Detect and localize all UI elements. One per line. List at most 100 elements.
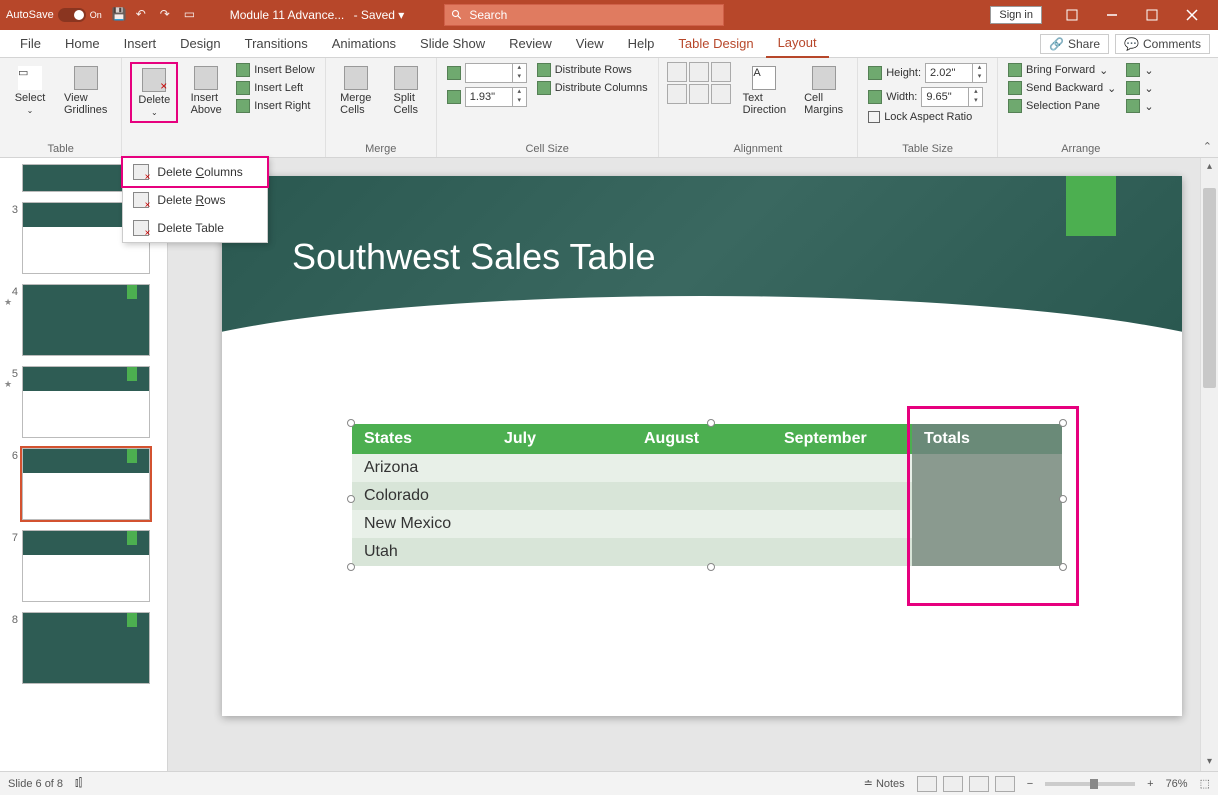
table-width-input[interactable]: Width:9.65"▴▾ — [866, 86, 989, 108]
tab-file[interactable]: File — [8, 30, 53, 57]
tab-home[interactable]: Home — [53, 30, 112, 57]
slide-thumbnails-panel[interactable]: 3 4★ 5★ 6 7 8 — [0, 158, 168, 771]
tab-view[interactable]: View — [564, 30, 616, 57]
slide-thumb-8[interactable] — [22, 612, 150, 684]
delete-button[interactable]: ×Delete⌄ — [130, 62, 178, 123]
th-july[interactable]: July — [492, 424, 632, 454]
slide-canvas[interactable]: Southwest Sales Table States July August… — [222, 176, 1182, 716]
cell-colorado[interactable]: Colorado — [352, 482, 492, 510]
minimize-button[interactable] — [1092, 0, 1132, 30]
align-button[interactable]: ⌄ — [1124, 62, 1155, 78]
zoom-in-icon[interactable]: + — [1147, 778, 1153, 790]
th-august[interactable]: August — [632, 424, 772, 454]
delete-table-item[interactable]: Delete Table — [123, 214, 267, 242]
tab-slideshow[interactable]: Slide Show — [408, 30, 497, 57]
cell-margins-button[interactable]: Cell Margins — [798, 62, 849, 120]
align-center-icon[interactable] — [689, 62, 709, 82]
col-width-input[interactable]: 1.93"▴▾ — [445, 86, 529, 108]
lock-aspect-checkbox[interactable]: Lock Aspect Ratio — [866, 110, 989, 124]
search-box[interactable]: Search — [444, 4, 724, 26]
vertical-scrollbar[interactable]: ▴ ▾ — [1200, 158, 1218, 771]
group-button[interactable]: ⌄ — [1124, 80, 1155, 96]
share-button[interactable]: 🔗 Share — [1040, 34, 1109, 54]
bring-forward-button[interactable]: Bring Forward ⌄ — [1006, 62, 1118, 78]
comments-button[interactable]: 💬 Comments — [1115, 34, 1210, 54]
redo-icon[interactable]: ↷ — [160, 7, 176, 23]
zoom-out-icon[interactable]: − — [1027, 778, 1033, 790]
autosave-toggle[interactable]: AutoSave On — [6, 8, 102, 22]
tab-review[interactable]: Review — [497, 30, 564, 57]
group-arrange: Bring Forward ⌄ Send Backward ⌄ Selectio… — [998, 58, 1163, 157]
delete-columns-item[interactable]: Delete Columns — [121, 156, 269, 188]
group-alignment-label: Alignment — [667, 143, 850, 155]
cell-arizona[interactable]: Arizona — [352, 454, 492, 482]
cell-utah[interactable]: Utah — [352, 538, 492, 566]
search-icon — [451, 9, 463, 21]
zoom-slider[interactable] — [1045, 782, 1135, 786]
insert-left-button[interactable]: Insert Left — [234, 80, 317, 96]
row-height-input[interactable]: ▴▾ — [445, 62, 529, 84]
accessibility-icon[interactable]: ⫾⫿ — [75, 777, 82, 790]
normal-view-icon[interactable] — [917, 776, 937, 792]
slide-thumb-6[interactable] — [22, 448, 150, 520]
group-rows-columns: ×Delete⌄ Insert Above Insert Below Inser… — [122, 58, 325, 157]
scroll-thumb[interactable] — [1203, 188, 1216, 388]
align-left-icon[interactable] — [667, 62, 687, 82]
insert-right-button[interactable]: Insert Right — [234, 98, 317, 114]
slide-sorter-icon[interactable] — [943, 776, 963, 792]
insert-below-button[interactable]: Insert Below — [234, 62, 317, 78]
tab-layout[interactable]: Layout — [766, 29, 829, 58]
distribute-rows-button[interactable]: Distribute Rows — [535, 62, 650, 78]
view-gridlines-button[interactable]: View Gridlines — [58, 62, 113, 120]
maximize-button[interactable] — [1132, 0, 1172, 30]
split-cells-button[interactable]: Split Cells — [384, 62, 428, 120]
slide-canvas-area[interactable]: Southwest Sales Table States July August… — [186, 158, 1218, 771]
slide-thumb-7[interactable] — [22, 530, 150, 602]
slideshow-view-icon[interactable] — [995, 776, 1015, 792]
ribbon-display-options[interactable] — [1052, 0, 1092, 30]
slide-title[interactable]: Southwest Sales Table — [292, 236, 656, 278]
scroll-up-icon[interactable]: ▴ — [1201, 158, 1218, 176]
cell-newmexico[interactable]: New Mexico — [352, 510, 492, 538]
zoom-level[interactable]: 76% — [1166, 778, 1188, 790]
delete-rows-item[interactable]: Delete Rows — [123, 186, 267, 214]
undo-icon[interactable]: ↶ — [136, 7, 152, 23]
tab-insert[interactable]: Insert — [112, 30, 169, 57]
insert-above-button[interactable]: Insert Above — [184, 62, 228, 120]
fit-to-window-icon[interactable]: ⬚ — [1200, 777, 1210, 790]
distribute-columns-button[interactable]: Distribute Columns — [535, 80, 650, 96]
tab-transitions[interactable]: Transitions — [233, 30, 320, 57]
align-bottom-icon[interactable] — [711, 84, 731, 104]
autosave-switch[interactable] — [58, 8, 86, 22]
collapse-ribbon-icon[interactable]: ⌃ — [1203, 140, 1212, 153]
rotate-button[interactable]: ⌄ — [1124, 98, 1155, 114]
slide-thumb-4[interactable] — [22, 284, 150, 356]
th-states[interactable]: States — [352, 424, 492, 454]
start-slideshow-icon[interactable]: ▭ — [184, 7, 200, 23]
sign-in-button[interactable]: Sign in — [990, 6, 1042, 24]
tab-table-design[interactable]: Table Design — [666, 30, 765, 57]
merge-cells-button[interactable]: Merge Cells — [334, 62, 378, 120]
align-middle-icon[interactable] — [689, 84, 709, 104]
tab-design[interactable]: Design — [168, 30, 232, 57]
data-table[interactable]: States July August September Totals Ariz… — [352, 424, 1062, 566]
tab-help[interactable]: Help — [616, 30, 667, 57]
scroll-down-icon[interactable]: ▾ — [1201, 753, 1218, 771]
notes-button[interactable]: ≐ Notes — [864, 777, 905, 790]
selection-pane-button[interactable]: Selection Pane — [1006, 98, 1118, 114]
send-backward-button[interactable]: Send Backward ⌄ — [1006, 80, 1118, 96]
save-icon[interactable]: 💾 — [112, 7, 128, 23]
reading-view-icon[interactable] — [969, 776, 989, 792]
close-button[interactable] — [1172, 0, 1212, 30]
table-height-input[interactable]: Height:2.02"▴▾ — [866, 62, 989, 84]
text-direction-button[interactable]: AText Direction — [737, 62, 792, 120]
table-wrapper[interactable]: States July August September Totals Ariz… — [352, 424, 1062, 566]
tab-animations[interactable]: Animations — [320, 30, 408, 57]
group-rows-columns-label — [130, 143, 316, 155]
align-right-icon[interactable] — [711, 62, 731, 82]
slide-thumb-5[interactable] — [22, 366, 150, 438]
select-button[interactable]: ▭Select⌄ — [8, 62, 52, 119]
th-totals[interactable]: Totals — [912, 424, 1062, 454]
align-top-icon[interactable] — [667, 84, 687, 104]
th-september[interactable]: September — [772, 424, 912, 454]
